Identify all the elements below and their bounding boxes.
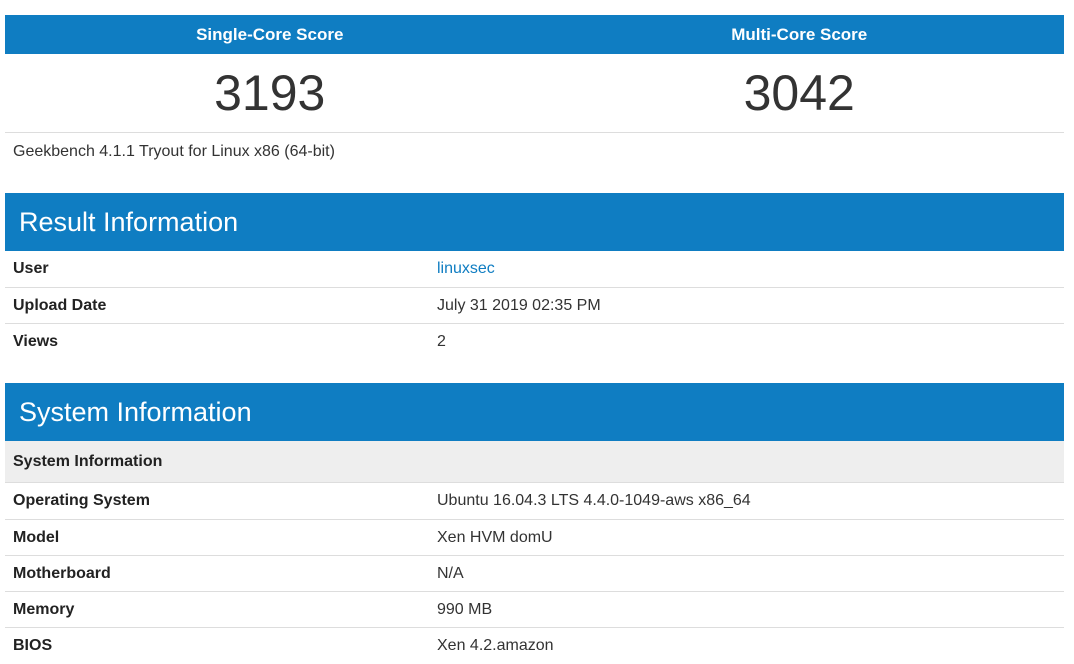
operating-system-value: Ubuntu 16.04.3 LTS 4.4.0-1049-aws x86_64	[437, 492, 751, 509]
system-information-title: System Information	[5, 383, 1064, 441]
table-row: User linuxsec	[5, 251, 1064, 287]
motherboard-label: Motherboard	[13, 565, 111, 582]
table-row: Views 2	[5, 323, 1064, 359]
score-table-values: 3193 3042	[5, 54, 1064, 133]
bios-value: Xen 4.2.amazon	[437, 637, 554, 654]
result-information-section: Result Information User linuxsec Upload …	[5, 193, 1064, 359]
memory-value: 990 MB	[437, 601, 493, 618]
multi-core-score-label: Multi-Core Score	[731, 25, 868, 44]
system-information-section: System Information System Information Op…	[5, 383, 1064, 663]
table-row: Model Xen HVM domU	[5, 519, 1064, 555]
multi-core-score-value: 3042	[743, 65, 855, 121]
benchmark-result-page: Single-Core Score Multi-Core Score 3193 …	[5, 15, 1064, 663]
system-information-table: Operating System Ubuntu 16.04.3 LTS 4.4.…	[5, 483, 1064, 663]
user-label: User	[13, 260, 49, 277]
model-value: Xen HVM domU	[437, 529, 553, 546]
table-row: Operating System Ubuntu 16.04.3 LTS 4.4.…	[5, 483, 1064, 519]
operating-system-label: Operating System	[13, 492, 150, 509]
bios-label: BIOS	[13, 637, 53, 654]
model-label: Model	[13, 529, 60, 546]
upload-date-value: July 31 2019 02:35 PM	[437, 297, 601, 314]
result-information-table: User linuxsec Upload Date July 31 2019 0…	[5, 251, 1064, 359]
table-row: Memory 990 MB	[5, 591, 1064, 627]
single-core-score-label: Single-Core Score	[196, 25, 344, 44]
views-label: Views	[13, 333, 59, 350]
memory-label: Memory	[13, 601, 75, 618]
upload-date-label: Upload Date	[13, 297, 107, 314]
result-information-title: Result Information	[5, 193, 1064, 251]
user-value: linuxsec	[437, 251, 1064, 287]
motherboard-value: N/A	[437, 565, 464, 582]
table-row: Motherboard N/A	[5, 555, 1064, 591]
benchmark-version-text: Geekbench 4.1.1 Tryout for Linux x86 (64…	[13, 143, 335, 160]
table-row: Upload Date July 31 2019 02:35 PM	[5, 287, 1064, 323]
table-row: BIOS Xen 4.2.amazon	[5, 627, 1064, 663]
score-table-header: Single-Core Score Multi-Core Score	[5, 15, 1064, 54]
views-value: 2	[437, 333, 446, 350]
single-core-score-value: 3193	[214, 65, 326, 121]
user-link[interactable]: linuxsec	[437, 260, 495, 277]
system-information-subheader: System Information	[5, 441, 1064, 483]
score-table: Single-Core Score Multi-Core Score 3193 …	[5, 15, 1064, 133]
